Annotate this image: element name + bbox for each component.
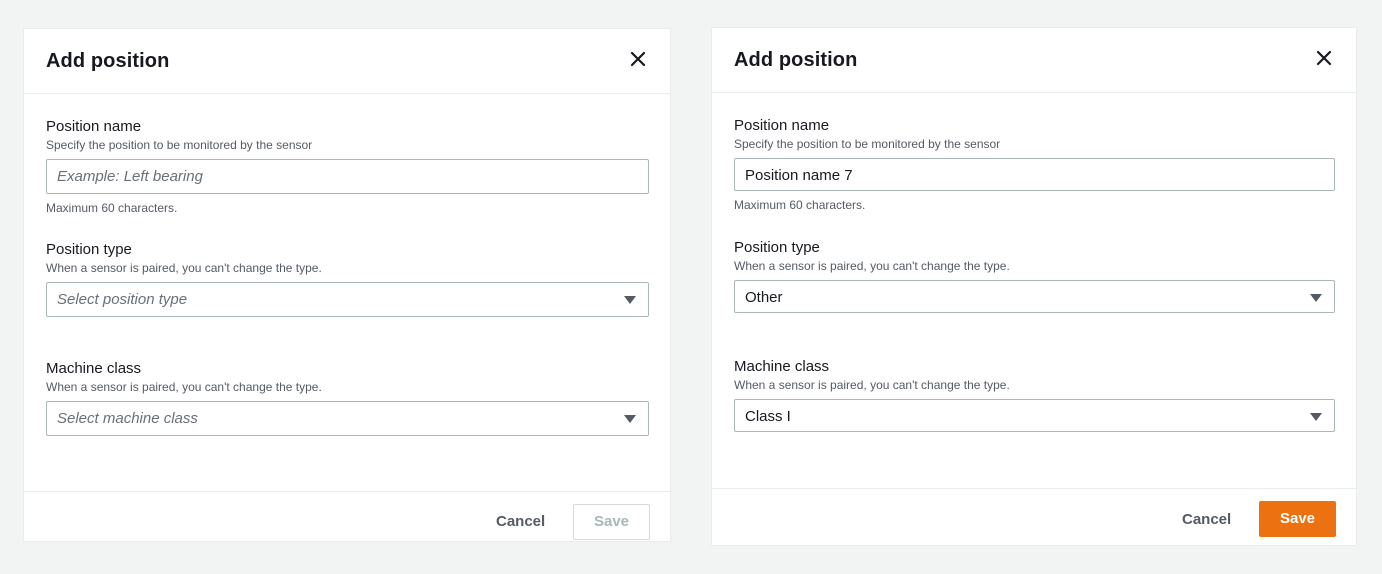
- position-type-field: Position type When a sensor is paired, y…: [734, 239, 1335, 313]
- position-name-description: Specify the position to be monitored by …: [734, 137, 1001, 151]
- machine-class-select[interactable]: Select machine class: [46, 401, 649, 436]
- dialog-header: Add position: [24, 29, 670, 94]
- caret-down-icon: [624, 296, 636, 304]
- close-icon: [630, 51, 646, 67]
- position-name-field: Position name Specify the position to be…: [734, 117, 1335, 213]
- dialog-header: Add position: [712, 28, 1356, 93]
- position-name-label: Position name: [734, 117, 830, 134]
- position-name-hint: Maximum 60 characters.: [46, 201, 178, 215]
- cancel-button[interactable]: Cancel: [1182, 511, 1231, 528]
- position-name-input[interactable]: Position name 7: [734, 158, 1335, 191]
- position-name-value: Position name 7: [745, 167, 853, 184]
- dialog-title: Add position: [46, 50, 170, 72]
- machine-class-description: When a sensor is paired, you can't chang…: [46, 380, 322, 394]
- position-type-label: Position type: [46, 241, 132, 258]
- caret-down-icon: [1310, 413, 1322, 421]
- machine-class-label: Machine class: [734, 358, 830, 375]
- close-button[interactable]: [1312, 46, 1336, 70]
- position-type-placeholder: Select position type: [57, 291, 188, 308]
- machine-class-field: Machine class When a sensor is paired, y…: [734, 358, 1335, 432]
- save-button[interactable]: Save: [1259, 501, 1336, 537]
- dialog-title: Add position: [734, 49, 858, 71]
- position-type-field: Position type When a sensor is paired, y…: [46, 241, 649, 317]
- position-name-label: Position name: [46, 118, 142, 135]
- dialog-footer: Cancel Save: [24, 491, 670, 544]
- position-type-label: Position type: [734, 239, 820, 256]
- cancel-button[interactable]: Cancel: [496, 513, 545, 530]
- machine-class-label: Machine class: [46, 360, 142, 377]
- position-type-description: When a sensor is paired, you can't chang…: [734, 259, 1010, 273]
- close-icon: [1316, 50, 1332, 66]
- machine-class-field: Machine class When a sensor is paired, y…: [46, 360, 649, 436]
- position-name-hint: Maximum 60 characters.: [734, 198, 866, 212]
- machine-class-description: When a sensor is paired, you can't chang…: [734, 378, 1010, 392]
- position-name-field: Position name Specify the position to be…: [46, 118, 649, 216]
- close-button[interactable]: [626, 47, 650, 71]
- position-name-placeholder: Example: Left bearing: [57, 168, 203, 185]
- save-button[interactable]: Save: [573, 504, 650, 540]
- caret-down-icon: [1310, 294, 1322, 302]
- dialog-footer: Cancel Save: [712, 488, 1356, 548]
- position-name-description: Specify the position to be monitored by …: [46, 138, 313, 152]
- machine-class-placeholder: Select machine class: [57, 410, 198, 427]
- add-position-dialog-filled: Add position Position name Specify the p…: [711, 27, 1357, 546]
- position-type-description: When a sensor is paired, you can't chang…: [46, 261, 322, 275]
- position-name-input[interactable]: Example: Left bearing: [46, 159, 649, 194]
- caret-down-icon: [624, 415, 636, 423]
- position-type-value: Other: [745, 289, 783, 306]
- add-position-dialog-empty: Add position Position name Specify the p…: [23, 28, 671, 542]
- machine-class-value: Class I: [745, 408, 791, 425]
- machine-class-select[interactable]: Class I: [734, 399, 1335, 432]
- position-type-select[interactable]: Select position type: [46, 282, 649, 317]
- position-type-select[interactable]: Other: [734, 280, 1335, 313]
